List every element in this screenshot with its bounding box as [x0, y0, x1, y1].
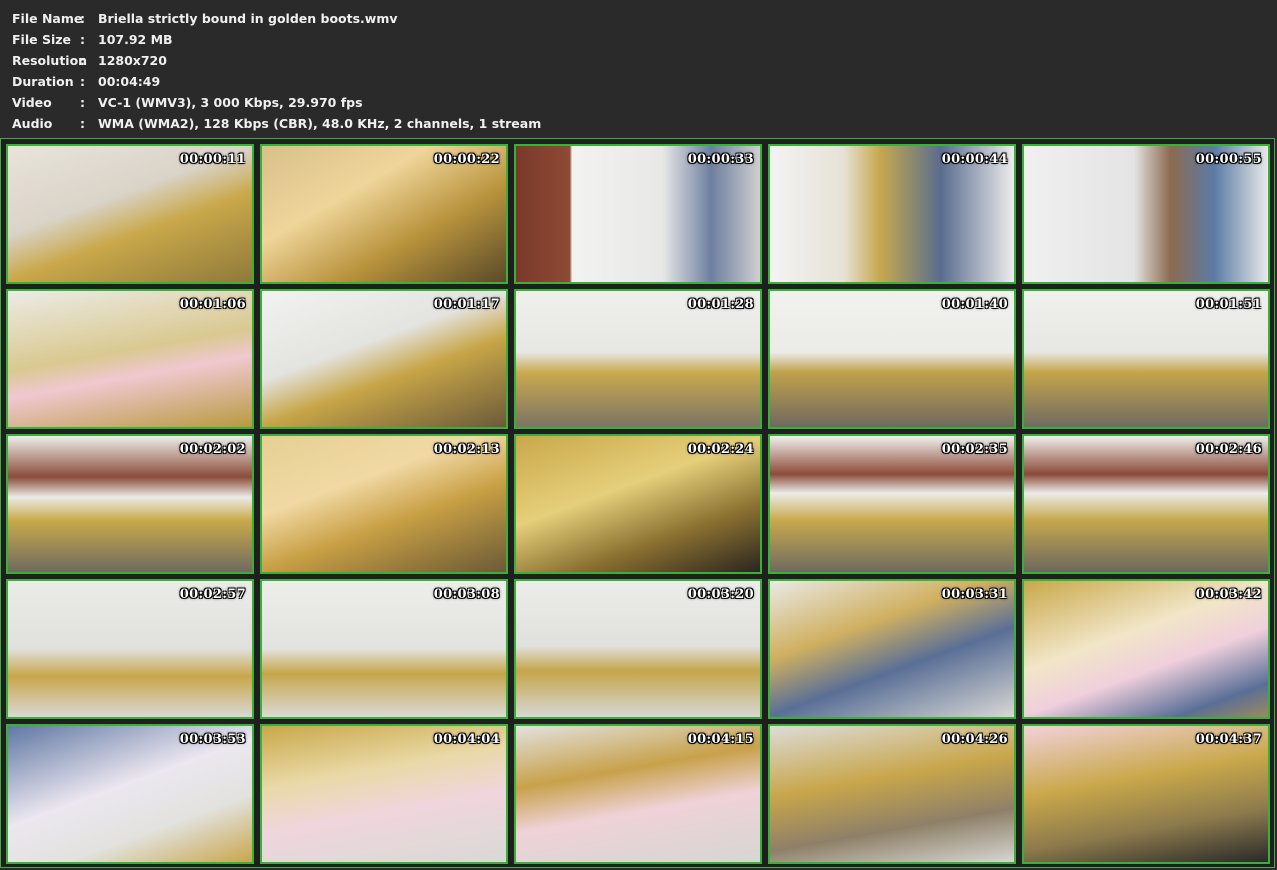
video-thumbnail: 00:03:42: [1022, 579, 1270, 719]
video-thumbnail: 00:02:02: [6, 434, 254, 574]
info-separator: :: [80, 95, 85, 110]
info-separator: :: [80, 11, 85, 26]
thumbnail-timestamp: 00:00:33: [687, 152, 754, 167]
video-thumbnail: 00:04:37: [1022, 724, 1270, 864]
video-thumbnail: 00:00:22: [260, 144, 508, 284]
info-key: File Size: [12, 32, 71, 47]
info-value: 107.92 MB: [98, 32, 173, 47]
info-row-video: Video : VC-1 (WMV3), 3 000 Kbps, 29.970 …: [12, 92, 541, 113]
video-thumbnail: 00:04:26: [768, 724, 1016, 864]
info-value: 1280x720: [98, 53, 167, 68]
info-row-duration: Duration : 00:04:49: [12, 71, 541, 92]
info-row-audio: Audio : WMA (WMA2), 128 Kbps (CBR), 48.0…: [12, 113, 541, 134]
thumbnail-timestamp: 00:00:44: [941, 152, 1008, 167]
info-separator: :: [80, 32, 85, 47]
info-key: Duration: [12, 74, 74, 89]
thumbnail-timestamp: 00:02:24: [687, 442, 754, 457]
video-thumbnail: 00:01:51: [1022, 289, 1270, 429]
thumbnail-timestamp: 00:00:55: [1195, 152, 1262, 167]
video-thumbnail: 00:02:13: [260, 434, 508, 574]
info-separator: :: [80, 116, 85, 131]
thumbnail-timestamp: 00:04:37: [1195, 732, 1262, 747]
info-key: Resolution: [12, 53, 88, 68]
contact-sheet: File Name : Briella strictly bound in go…: [0, 0, 1277, 870]
info-row-file-size: File Size : 107.92 MB: [12, 29, 541, 50]
info-separator: :: [80, 53, 85, 68]
info-key: Audio: [12, 116, 53, 131]
thumbnail-timestamp: 00:02:57: [179, 587, 246, 602]
thumbnail-timestamp: 00:03:20: [687, 587, 754, 602]
video-thumbnail: 00:00:55: [1022, 144, 1270, 284]
thumbnail-timestamp: 00:02:13: [433, 442, 500, 457]
info-value: WMA (WMA2), 128 Kbps (CBR), 48.0 KHz, 2 …: [98, 116, 542, 131]
thumbnail-timestamp: 00:00:22: [433, 152, 500, 167]
thumbnail-timestamp: 00:02:35: [941, 442, 1008, 457]
thumbnail-timestamp: 00:04:26: [941, 732, 1008, 747]
info-row-file-name: File Name : Briella strictly bound in go…: [12, 8, 541, 29]
thumbnail-timestamp: 00:03:53: [179, 732, 246, 747]
info-value: Briella strictly bound in golden boots.w…: [98, 11, 398, 26]
video-thumbnail: 00:03:53: [6, 724, 254, 864]
thumbnail-timestamp: 00:04:04: [433, 732, 500, 747]
video-thumbnail: 00:02:35: [768, 434, 1016, 574]
info-key: Video: [12, 95, 52, 110]
thumbnail-timestamp: 00:01:06: [179, 297, 246, 312]
info-key: File Name: [12, 11, 83, 26]
thumbnail-timestamp: 00:02:46: [1195, 442, 1262, 457]
video-thumbnail: 00:03:20: [514, 579, 762, 719]
info-row-resolution: Resolution : 1280x720: [12, 50, 541, 71]
thumbnail-timestamp: 00:01:28: [687, 297, 754, 312]
video-thumbnail: 00:04:04: [260, 724, 508, 864]
video-thumbnail: 00:01:06: [6, 289, 254, 429]
video-thumbnail: 00:02:57: [6, 579, 254, 719]
video-thumbnail: 00:02:46: [1022, 434, 1270, 574]
thumbnail-grid: 00:00:11 00:00:22 00:00:33 00:00:44 00:00:55…: [0, 138, 1275, 868]
thumbnail-timestamp: 00:03:42: [1195, 587, 1262, 602]
info-value: VC-1 (WMV3), 3 000 Kbps, 29.970 fps: [98, 95, 363, 110]
thumbnail-timestamp: 00:01:17: [433, 297, 500, 312]
video-thumbnail: 00:03:08: [260, 579, 508, 719]
video-thumbnail: 00:00:33: [514, 144, 762, 284]
thumbnail-timestamp: 00:02:02: [179, 442, 246, 457]
info-separator: :: [80, 74, 85, 89]
video-thumbnail: 00:01:28: [514, 289, 762, 429]
thumbnail-timestamp: 00:03:08: [433, 587, 500, 602]
thumbnail-timestamp: 00:01:51: [1195, 297, 1262, 312]
file-info-panel: File Name : Briella strictly bound in go…: [12, 8, 541, 134]
thumbnail-timestamp: 00:03:31: [941, 587, 1008, 602]
video-thumbnail: 00:01:17: [260, 289, 508, 429]
video-thumbnail: 00:00:44: [768, 144, 1016, 284]
video-thumbnail: 00:00:11: [6, 144, 254, 284]
video-thumbnail: 00:02:24: [514, 434, 762, 574]
video-thumbnail: 00:01:40: [768, 289, 1016, 429]
thumbnail-timestamp: 00:00:11: [179, 152, 246, 167]
thumbnail-timestamp: 00:01:40: [941, 297, 1008, 312]
info-value: 00:04:49: [98, 74, 161, 89]
video-thumbnail: 00:03:31: [768, 579, 1016, 719]
video-thumbnail: 00:04:15: [514, 724, 762, 864]
thumbnail-timestamp: 00:04:15: [687, 732, 754, 747]
